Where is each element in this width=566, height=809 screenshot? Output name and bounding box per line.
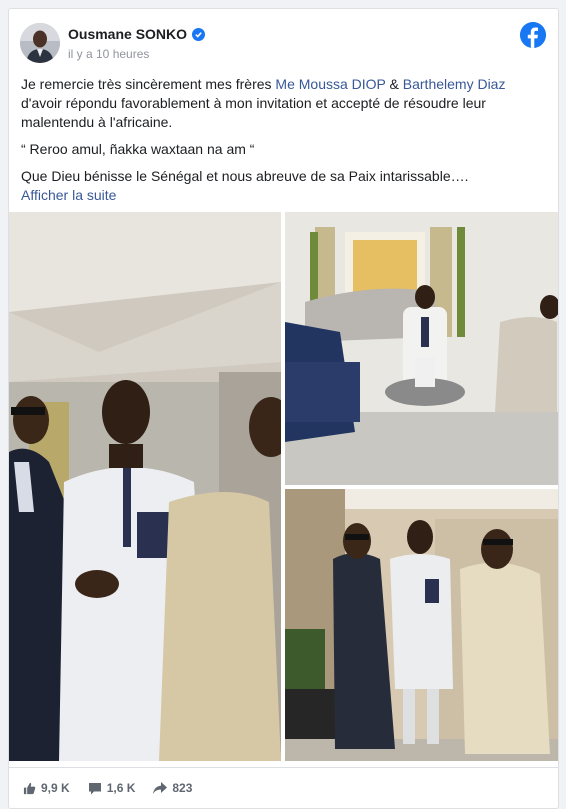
mention-barthelemy-diaz[interactable]: Barthelemy Diaz [403, 76, 506, 92]
post-photo-3[interactable] [285, 489, 558, 761]
post-body: Je remercie très sincèrement mes frères … [21, 75, 545, 205]
facebook-logo-icon[interactable] [520, 22, 546, 48]
share-count[interactable]: 823 [153, 781, 192, 795]
thumbs-up-icon [23, 782, 36, 795]
author-name[interactable]: Ousmane SONKO [68, 26, 206, 42]
mention-moussa-diop[interactable]: Me Moussa DIOP [275, 76, 385, 92]
like-count[interactable]: 9,9 K [23, 781, 70, 795]
share-arrow-icon [153, 782, 168, 794]
post-paragraph-thanks: Je remercie très sincèrement mes frères … [21, 75, 545, 132]
post-stats-bar: 9,9 K 1,6 K 823 [9, 767, 558, 808]
post-photo-1[interactable] [9, 212, 281, 761]
post-paragraph-blessing: Que Dieu bénisse le Sénégal et nous abre… [21, 168, 469, 184]
see-more-link[interactable]: Afficher la suite [21, 186, 545, 205]
post-text-segment: Je remercie très sincèrement mes frères [21, 76, 276, 92]
post-photo-2[interactable] [285, 212, 558, 485]
author-name-text[interactable]: Ousmane SONKO [68, 26, 187, 42]
share-count-value: 823 [172, 781, 193, 795]
comment-count[interactable]: 1,6 K [88, 781, 136, 795]
post-text-segment: d'avoir répondu favorablement à mon invi… [21, 95, 486, 130]
like-count-value: 9,9 K [41, 781, 70, 795]
post-text-segment: & [385, 76, 403, 92]
post-timestamp[interactable]: il y a 10 heures [68, 47, 149, 61]
comment-count-value: 1,6 K [106, 781, 136, 795]
comment-bubble-icon [88, 782, 102, 795]
post-card: Ousmane SONKO il y a 10 heures Je remerc… [8, 8, 559, 809]
post-paragraph-quote: “ Reroo amul, ñakka waxtaan na am “ [21, 141, 255, 157]
author-avatar[interactable] [20, 23, 60, 63]
verified-badge-icon [192, 27, 206, 41]
